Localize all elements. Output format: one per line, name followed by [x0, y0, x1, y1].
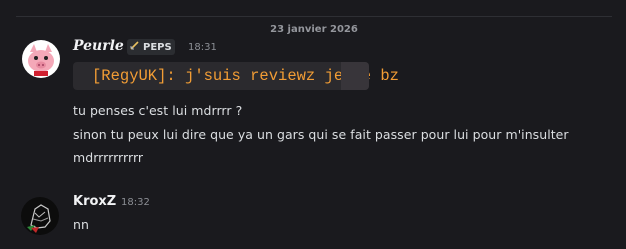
- chat-view: 23 janvier 2026 Peurle PEPS 18:31 [RegyU…: [0, 0, 626, 249]
- sword-icon: [129, 40, 140, 54]
- timestamp: 18:32: [121, 197, 150, 208]
- author-name[interactable]: Peurle: [73, 38, 124, 54]
- message-line: mdrrrrrrrrrr: [73, 150, 144, 165]
- date-divider: 23 janvier 2026: [16, 16, 612, 35]
- role-tag[interactable]: PEPS: [127, 39, 175, 55]
- quoted-embed: [RegyUK]: j'suis reviewz je te bz: [73, 62, 399, 90]
- timestamp: 18:31: [188, 42, 217, 53]
- avatar-peurle[interactable]: [22, 40, 60, 78]
- diamond-icon: [77, 73, 83, 79]
- role-tag-label: PEPS: [143, 41, 172, 53]
- message-line: nn: [73, 217, 89, 232]
- embed-edge: [341, 62, 369, 90]
- avatar-kroxz[interactable]: [21, 197, 59, 235]
- author-name[interactable]: KroxZ: [73, 194, 116, 209]
- date-divider-label: 23 janvier 2026: [262, 24, 366, 35]
- message-line: sinon tu peux lui dire que ya un gars qu…: [73, 127, 569, 142]
- message-line: tu penses c'est lui mdrrrr ?: [73, 103, 243, 118]
